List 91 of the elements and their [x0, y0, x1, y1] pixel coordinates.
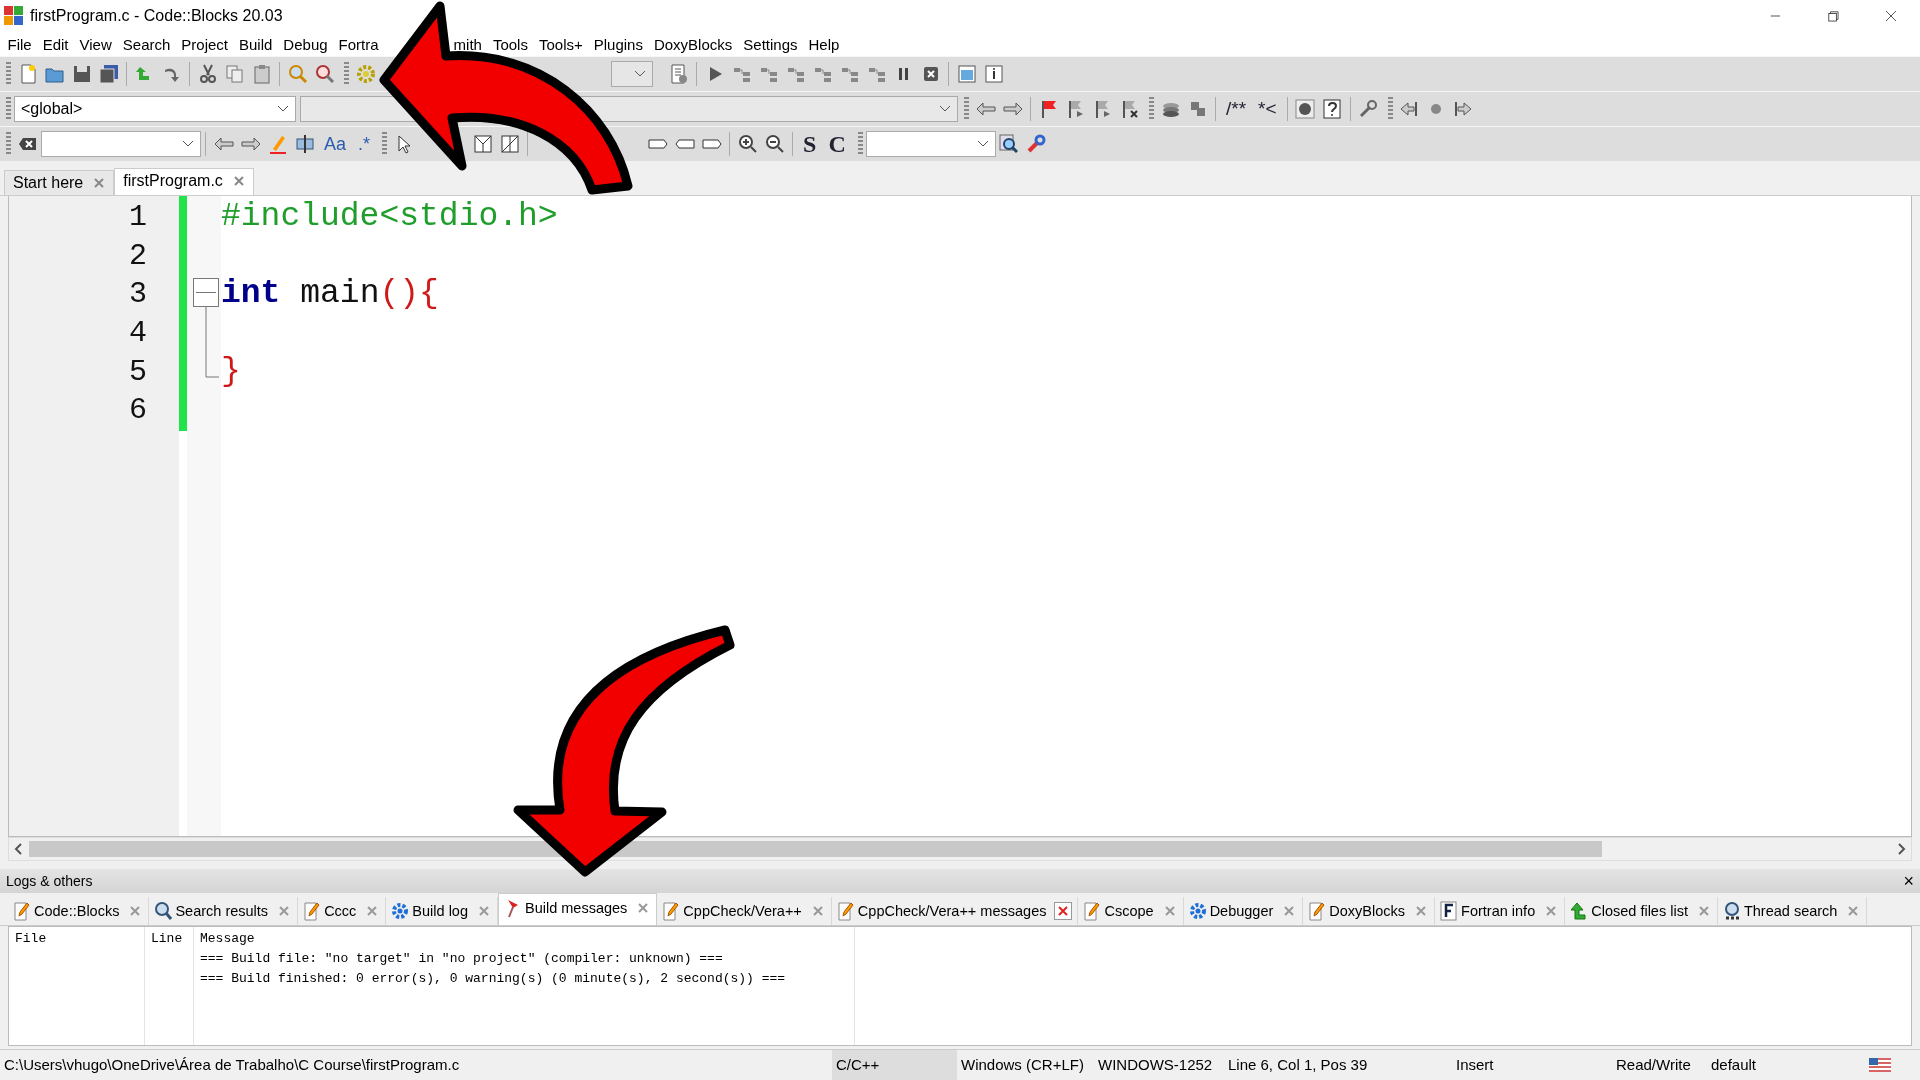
replace-icon[interactable]: [313, 63, 336, 85]
pencil-icon: [836, 901, 855, 921]
chevron-down-icon[interactable]: [939, 105, 951, 113]
menu-item[interactable]: Settings: [737, 33, 803, 55]
menu-item[interactable]: DoxyBlocks: [648, 33, 738, 55]
log-message: === Build file: "no target" in "no project" (compiler: unknown) ===: [200, 951, 724, 966]
menu-item[interactable]: Project: [175, 33, 234, 55]
line-number: 2: [128, 237, 148, 275]
comment-button[interactable]: /**: [1226, 98, 1247, 120]
flag-icon: [1869, 1058, 1891, 1072]
line-number: 3: [128, 276, 148, 314]
app-icon: [4, 6, 24, 26]
help-icon[interactable]: [1321, 98, 1344, 120]
chevron-down-icon[interactable]: [634, 70, 646, 78]
menu-item[interactable]: Build: [233, 33, 278, 55]
zoom-in-icon[interactable]: [736, 133, 759, 155]
pencil-icon: [303, 901, 322, 921]
wrench-icon[interactable]: [1357, 98, 1380, 120]
scrollbar-thumb[interactable]: [29, 841, 1602, 857]
log-message: === Build finished: 0 error(s), 0 warning(s) (0 minute(s), 2 second(s)) ===: [200, 971, 787, 986]
shape-icon[interactable]: [471, 133, 494, 155]
status-field: C:\Users\vhugo\OneDrive\Área de Trabalho\C Course\firstProgram.c: [0, 1050, 832, 1080]
menu-item[interactable]: Help: [803, 33, 845, 55]
status-field: default: [1707, 1050, 1857, 1080]
pencil-icon: [1308, 901, 1327, 921]
code-line: }: [221, 352, 241, 392]
selection-icon[interactable]: [293, 133, 316, 155]
copy-icon[interactable]: [223, 63, 246, 85]
chevron-down-icon[interactable]: [182, 140, 194, 148]
info-icon[interactable]: [982, 63, 1005, 85]
gear-icon: [1188, 901, 1207, 921]
regex-button[interactable]: .*: [358, 133, 371, 155]
panel-title: Logs & others: [6, 873, 93, 889]
menu-item[interactable]: Edit: [37, 33, 75, 55]
scroll-left-icon[interactable]: [14, 843, 24, 855]
wrench-icon[interactable]: [1025, 133, 1048, 155]
menu-item[interactable]: File: [2, 33, 38, 55]
toolbar-letter-button[interactable]: C: [828, 130, 846, 158]
search-field[interactable]: [41, 131, 201, 157]
editor-tab[interactable]: firstProgram.c: [114, 168, 254, 195]
menu-item[interactable]: Tools: [487, 33, 534, 55]
line-number: 6: [128, 392, 148, 430]
code-line: #include<stdio.h>: [221, 198, 558, 237]
status-field: Insert: [1452, 1050, 1612, 1080]
scroll-right-icon[interactable]: [1896, 843, 1906, 855]
horizontal-scrollbar[interactable]: [8, 837, 1912, 861]
menu-item[interactable]: mith: [448, 33, 488, 55]
log-tab[interactable]: Build messages: [498, 893, 658, 925]
menu-item[interactable]: View: [74, 33, 118, 55]
column-header: Message: [200, 931, 256, 946]
pencil-icon: [13, 901, 31, 921]
magnifier-icon: [1722, 901, 1741, 921]
column-header: File: [15, 931, 48, 946]
magnifier-icon: [154, 901, 173, 921]
search-icon[interactable]: [998, 133, 1021, 155]
line-number: 1: [128, 199, 148, 236]
status-field: WINDOWS-1252: [1094, 1050, 1224, 1080]
menu-item[interactable]: Search: [117, 33, 176, 55]
code-line: int main(){: [221, 275, 439, 315]
menu-item[interactable]: Debug: [277, 33, 334, 55]
close-icon[interactable]: [1054, 902, 1073, 920]
menu-item[interactable]: Plugins: [588, 33, 649, 55]
letter-f-icon: [1440, 901, 1459, 921]
zoom-out-icon[interactable]: [763, 133, 786, 155]
fold-marker[interactable]: [193, 278, 219, 378]
panel-close-button[interactable]: ×: [1903, 870, 1914, 892]
status-field: C/C++: [832, 1050, 957, 1080]
chevron-down-icon[interactable]: [976, 140, 989, 148]
shape-icon[interactable]: [498, 133, 521, 155]
close-icon[interactable]: [93, 177, 106, 189]
close-icon[interactable]: [232, 175, 245, 187]
menu-item[interactable]: Tools+: [533, 33, 589, 55]
pencil-icon: [1083, 901, 1102, 921]
save-all-icon[interactable]: [97, 63, 120, 85]
menu-item[interactable]: Fortra: [333, 33, 385, 55]
pencil-icon: [662, 901, 681, 921]
line-number: 4: [128, 315, 148, 353]
match-case-button[interactable]: Aa: [324, 133, 347, 155]
editor-tab[interactable]: Start here: [4, 170, 115, 195]
gear-icon: [391, 901, 410, 921]
up-arrow-icon: [1570, 901, 1589, 921]
scope-dropdown[interactable]: <global>: [14, 96, 296, 122]
column-header: Line: [151, 931, 184, 946]
line-number: 5: [128, 353, 148, 391]
status-field: Line 6, Col 1, Pos 39: [1224, 1050, 1452, 1080]
comment-button[interactable]: *<: [1258, 98, 1277, 120]
status-field: Windows (CR+LF): [957, 1050, 1094, 1080]
chevron-down-icon[interactable]: [277, 105, 289, 113]
toolbar-letter-button[interactable]: S: [803, 130, 817, 158]
status-field: Read/Write: [1612, 1050, 1707, 1080]
window-title: firstProgram.c - Code::Blocks 20.03: [30, 7, 284, 25]
